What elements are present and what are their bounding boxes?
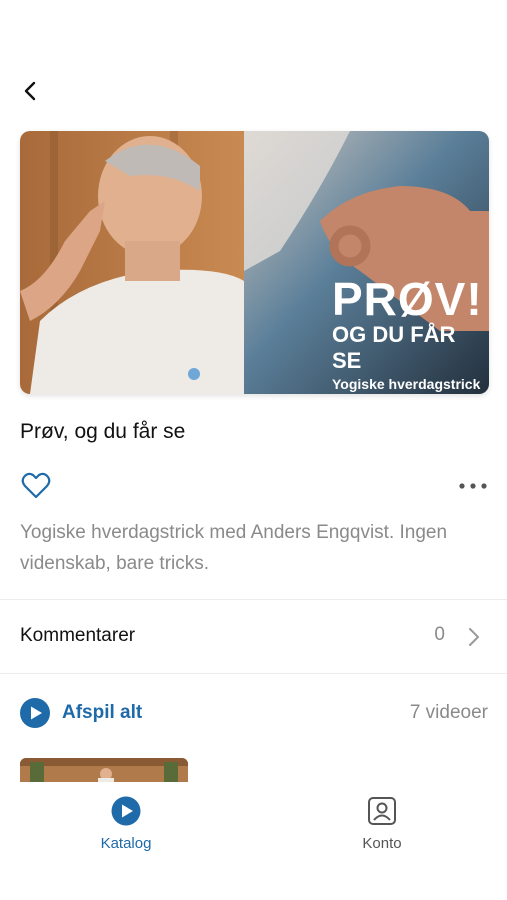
tab-katalog[interactable]: Katalog [76, 796, 176, 852]
chevron-left-icon [24, 81, 36, 101]
tab-konto-label: Konto [362, 835, 402, 852]
divider [0, 673, 507, 674]
hero-text-block: PRØV! OG DU FÅR SE Yogiske hverdagstrick [332, 276, 489, 394]
play-circle-icon [111, 796, 141, 826]
comments-label: Kommentarer [20, 625, 136, 646]
chevron-right-icon [469, 628, 479, 646]
divider [0, 599, 507, 600]
play-circle-icon [20, 698, 50, 728]
comments-count: 0 [434, 624, 445, 645]
description: Yogiske hverdagstrick med Anders Engqvis… [20, 522, 448, 574]
bottom-tab-bar: Katalog Konto [0, 782, 507, 900]
favorite-button[interactable] [20, 470, 52, 502]
hero-caption: Yogiske hverdagstrick [332, 376, 481, 392]
video-thumbnail[interactable] [20, 758, 188, 782]
tab-konto[interactable]: Konto [332, 796, 432, 852]
hero-banner[interactable]: PRØV! OG DU FÅR SE Yogiske hverdagstrick [20, 131, 489, 394]
more-options-button[interactable] [456, 476, 490, 496]
play-all-button[interactable]: Afspil alt [20, 695, 142, 731]
playlist-header: Afspil alt 7 videoer [0, 692, 507, 736]
comments-row[interactable]: Kommentarer 0 [0, 601, 507, 673]
back-button[interactable] [14, 74, 48, 108]
heart-icon [21, 472, 51, 499]
thumbnail-image [20, 758, 188, 782]
hero-subheadline: OG DU FÅR SE [332, 322, 456, 373]
video-count: 7 videoer [409, 702, 488, 723]
account-icon [368, 797, 396, 825]
hero-headline: PRØV! [332, 273, 483, 325]
play-all-label: Afspil alt [62, 702, 143, 723]
page-title: Prøv, og du får se [20, 420, 186, 443]
more-horizontal-icon [459, 483, 487, 489]
tab-katalog-label: Katalog [100, 835, 152, 852]
